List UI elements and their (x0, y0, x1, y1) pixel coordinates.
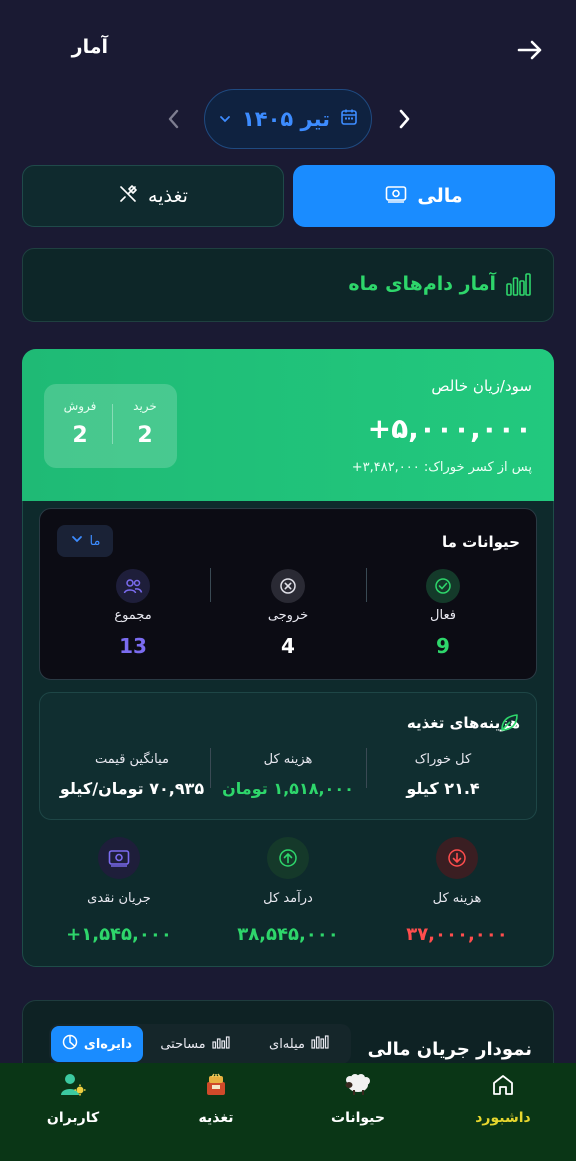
exited-animals-label: خروجی (267, 608, 309, 623)
home-icon (490, 1072, 516, 1102)
chart-type-area-label: مساحتی (160, 1036, 206, 1052)
active-animals-label: فعال (430, 608, 456, 623)
users-group-icon (116, 569, 150, 603)
chart-type-selector: دایره‌ای مساحتی میله‌ای (49, 1024, 351, 1064)
month-label: تیر ۱۴۰۵ (241, 107, 331, 131)
x-circle-icon (271, 569, 305, 603)
net-profit-subtext: پس از کسر خوراک: ۳,۴۸۲,۰۰۰+ (351, 460, 532, 475)
net-profit-value: +۵,۰۰۰,۰۰۰ (367, 412, 532, 445)
nav-feeding[interactable]: تغذیه (161, 1072, 271, 1152)
cashflow-label: جریان نقدی (87, 891, 151, 906)
nav-dashboard[interactable]: داشبورد (448, 1072, 558, 1152)
total-feed-label: کل خوراک (414, 752, 472, 767)
sell-label: فروش (63, 399, 97, 413)
area-chart-icon (212, 1035, 230, 1053)
divider (366, 748, 367, 788)
tab-nutrition-label: تغذیه (148, 185, 188, 207)
buy-label: خرید (133, 399, 157, 413)
cashflow-value: ۱,۵۴۵,۰۰۰+ (66, 924, 172, 945)
chart-type-pie-label: دایره‌ای (83, 1036, 133, 1052)
chart-type-bar-label: میله‌ای (269, 1036, 305, 1052)
feed-total-cost-value: ۱,۵۱۸,۰۰۰ تومان (222, 779, 354, 798)
back-arrow-icon[interactable] (514, 34, 546, 66)
tab-nutrition[interactable]: تغذیه (22, 165, 284, 227)
chart-type-bar-button[interactable]: میله‌ای (247, 1026, 351, 1062)
ownership-select[interactable]: ما (57, 525, 113, 557)
total-animals-value: 13 (119, 634, 147, 658)
next-month-chevron-icon[interactable] (390, 104, 418, 134)
nav-animals[interactable]: حیوانات (303, 1072, 413, 1152)
ownership-select-label: ما (89, 533, 101, 549)
exited-animals-value: 4 (281, 634, 295, 658)
avg-price-label: میانگین قیمت (94, 752, 169, 767)
prev-month-chevron-icon[interactable] (160, 104, 188, 134)
tab-financial-label: مالی (417, 185, 463, 207)
nav-users[interactable]: کاربران (18, 1072, 128, 1152)
leaf-icon (498, 712, 520, 734)
chevron-down-icon (218, 107, 232, 131)
arrow-down-circle-icon (436, 837, 478, 879)
monthly-stats-title: آمار دام‌های ماه (348, 273, 496, 295)
pie-chart-icon (62, 1034, 78, 1054)
bar-chart-icon (311, 1035, 329, 1053)
nav-animals-label: حیوانات (331, 1110, 385, 1126)
sell-value: 2 (72, 423, 88, 448)
buy-value: 2 (137, 423, 153, 448)
total-animals-label: مجموع (114, 608, 152, 623)
feed-total-cost-label: هزینه کل (263, 752, 313, 767)
chevron-down-icon (70, 532, 84, 550)
chart-title: نمودار جریان مالی (367, 1039, 532, 1060)
nav-dashboard-label: داشبورد (475, 1110, 531, 1126)
nav-users-label: کاربران (46, 1110, 100, 1126)
tab-financial[interactable]: مالی (293, 165, 555, 227)
bar-chart-icon (504, 270, 532, 298)
divider (210, 748, 211, 788)
chart-type-area-button[interactable]: مساحتی (143, 1026, 247, 1062)
sheep-icon (344, 1072, 372, 1102)
check-circle-icon (426, 569, 460, 603)
total-income-value: ۳۸,۵۴۵,۰۰۰ (237, 924, 339, 945)
animals-title: حیوانات ما (442, 533, 520, 551)
total-expense-label: هزینه کل (432, 891, 482, 906)
divider (366, 568, 367, 602)
net-profit-label: سود/زیان خالص (431, 377, 532, 395)
active-animals-value: 9 (436, 634, 450, 658)
avg-price-value: ۷۰,۹۳۵ تومان/کیلو (59, 779, 205, 798)
chart-type-pie-button[interactable]: دایره‌ای (51, 1026, 143, 1062)
banknote-icon (385, 185, 407, 208)
banknote-icon (98, 837, 140, 879)
divider (210, 568, 211, 602)
feed-icon (203, 1072, 229, 1102)
total-feed-value: ۲۱.۴ کیلو (406, 779, 480, 798)
arrow-up-circle-icon (267, 837, 309, 879)
utensils-icon (118, 184, 138, 209)
total-income-label: درآمد کل (263, 891, 313, 906)
buy-sell-divider (112, 404, 113, 444)
page-title: آمار (71, 36, 108, 58)
calendar-icon (340, 107, 358, 131)
users-icon (59, 1072, 87, 1102)
nav-feeding-label: تغذیه (198, 1110, 234, 1126)
month-selector[interactable]: تیر ۱۴۰۵ (204, 89, 372, 149)
total-expense-value: ۳۷,۰۰۰,۰۰۰ (406, 924, 508, 945)
